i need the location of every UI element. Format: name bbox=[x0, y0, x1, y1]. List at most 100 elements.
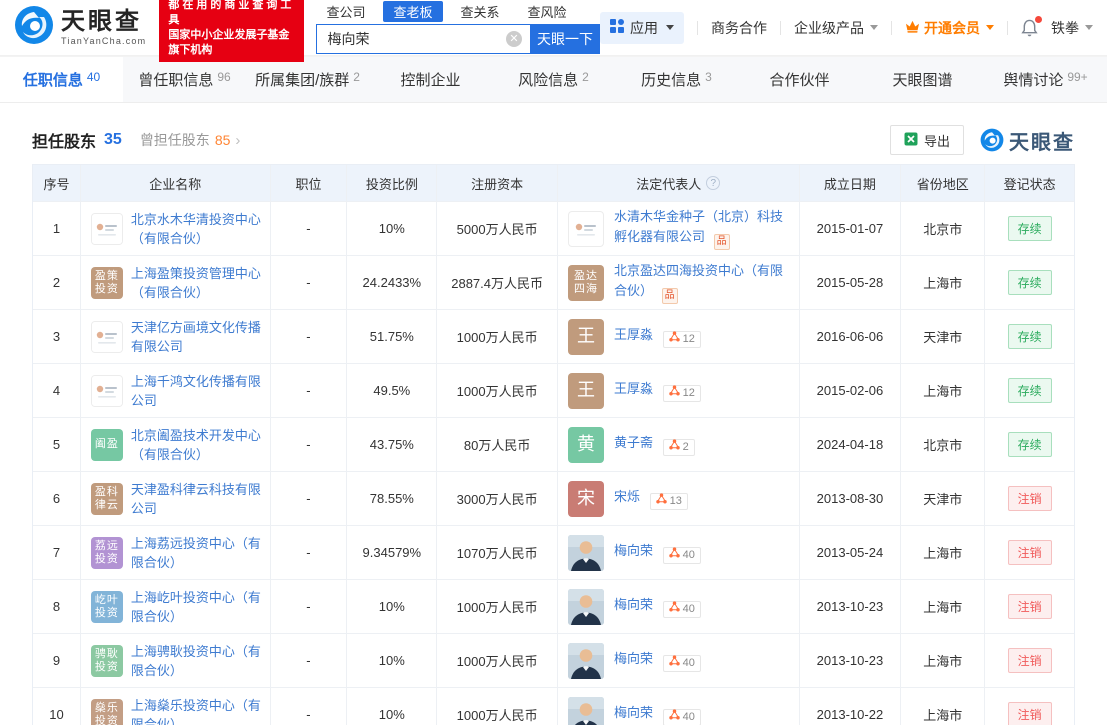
registered-capital-cell: 5000万人民币 bbox=[437, 202, 558, 255]
profile-tab-bar: 任职信息40曾任职信息96所属集团/族群2控制企业风险信息2历史信息3合作伙伴天… bbox=[0, 56, 1107, 103]
company-name-link[interactable]: 上海燊乐投资中心（有限合伙） bbox=[131, 696, 264, 725]
search-input[interactable] bbox=[316, 24, 530, 54]
row-index: 10 bbox=[33, 688, 81, 725]
search-tab[interactable]: 查公司 bbox=[316, 1, 375, 22]
registered-capital-cell: 1070万人民币 bbox=[437, 526, 558, 579]
legal-rep-link[interactable]: 北京盈达四海投资中心（有限合伙） bbox=[614, 263, 783, 298]
menu-divider bbox=[891, 21, 892, 35]
row-index: 2 bbox=[33, 256, 81, 309]
position-cell: - bbox=[271, 256, 348, 309]
company-name-link[interactable]: 北京阖盈技术开发中心（有限合伙） bbox=[131, 426, 264, 464]
company-group-badge[interactable]: 品 bbox=[662, 288, 678, 304]
section-title: 担任股东 bbox=[32, 128, 96, 152]
tab-label: 合作伙伴 bbox=[769, 69, 829, 90]
legal-rep-link[interactable]: 梅向荣 bbox=[614, 543, 653, 558]
past-shareholder-link[interactable]: 曾担任股东 85 › bbox=[140, 130, 241, 150]
search-tab[interactable]: 查风险 bbox=[518, 1, 577, 22]
menu-item-business[interactable]: 商务合作 bbox=[711, 18, 767, 38]
company-logo bbox=[91, 213, 123, 245]
company-name-link[interactable]: 上海盈策投资管理中心（有限合伙） bbox=[131, 264, 264, 302]
position-cell: - bbox=[271, 634, 348, 687]
legal-rep-link[interactable]: 王厚淼 bbox=[614, 327, 653, 342]
company-name-link[interactable]: 上海屹叶投资中心（有限合伙） bbox=[131, 588, 264, 626]
tab-任职信息[interactable]: 任职信息40 bbox=[0, 57, 123, 102]
legal-rep-link[interactable]: 宋烁 bbox=[614, 489, 640, 504]
enterprise-label: 企业级产品 bbox=[794, 18, 864, 38]
column-header-label: 投资比例 bbox=[366, 174, 418, 193]
notifications-bell-icon[interactable] bbox=[1021, 19, 1038, 37]
user-menu[interactable]: 铁拳 bbox=[1051, 18, 1093, 38]
business-label: 商务合作 bbox=[711, 18, 767, 38]
company-logo: 阖盈 bbox=[91, 429, 123, 461]
status-badge: 存续 bbox=[1008, 432, 1052, 457]
help-icon[interactable]: ? bbox=[706, 176, 720, 190]
company-name-link[interactable]: 上海骋耿投资中心（有限合伙） bbox=[131, 642, 264, 680]
legal-rep-link[interactable]: 水清木华金种子（北京）科技孵化器有限公司 bbox=[614, 209, 783, 244]
registered-capital-cell: 2887.4万人民币 bbox=[437, 256, 558, 309]
status-cell: 注销 bbox=[985, 580, 1074, 633]
legal-rep-cell: 王 王厚淼 12 bbox=[558, 364, 800, 417]
legal-rep-link[interactable]: 梅向荣 bbox=[614, 597, 653, 612]
shareholder-table: 序号企业名称职位投资比例注册资本法定代表人?成立日期省份地区登记状态 1 北京水… bbox=[32, 164, 1075, 725]
column-header-label: 注册资本 bbox=[471, 174, 523, 193]
legal-rep-link[interactable]: 梅向荣 bbox=[614, 651, 653, 666]
legal-rep-cell: 梅向荣 40 bbox=[558, 688, 800, 725]
company-logo: 屹叶投资 bbox=[91, 591, 123, 623]
company-group-badge[interactable]: 品 bbox=[714, 234, 730, 250]
rep-avatar: 王 bbox=[568, 319, 604, 355]
chevron-down-icon bbox=[1085, 25, 1093, 30]
search-button[interactable]: 天眼一下 bbox=[530, 24, 600, 54]
apps-menu[interactable]: 应用 bbox=[600, 12, 684, 44]
tab-所属集团/族群[interactable]: 所属集团/族群2 bbox=[246, 57, 369, 102]
establish-date-cell: 2015-01-07 bbox=[800, 202, 902, 255]
tab-历史信息[interactable]: 历史信息3 bbox=[615, 57, 738, 102]
search-tab[interactable]: 查老板 bbox=[383, 1, 442, 22]
company-name-link[interactable]: 北京水木华清投资中心（有限合伙） bbox=[131, 210, 264, 248]
tab-舆情讨论[interactable]: 舆情讨论99+ bbox=[984, 57, 1107, 102]
partner-count-badge[interactable]: 2 bbox=[663, 439, 695, 456]
partner-count-badge[interactable]: 12 bbox=[663, 385, 701, 402]
vip-label: 开通会员 bbox=[924, 18, 980, 38]
partner-count-badge[interactable]: 40 bbox=[663, 547, 701, 564]
tab-曾任职信息[interactable]: 曾任职信息96 bbox=[123, 57, 246, 102]
menu-item-enterprise[interactable]: 企业级产品 bbox=[794, 18, 878, 38]
status-cell: 存续 bbox=[985, 310, 1074, 363]
partner-count-badge[interactable]: 12 bbox=[663, 331, 701, 348]
tab-天眼图谱[interactable]: 天眼图谱 bbox=[861, 57, 984, 102]
legal-rep-link[interactable]: 梅向荣 bbox=[614, 705, 653, 720]
registered-capital-cell: 80万人民币 bbox=[437, 418, 558, 471]
partner-count-badge[interactable]: 40 bbox=[663, 655, 701, 672]
position-cell: - bbox=[271, 526, 348, 579]
tianyancha-logo[interactable]: 天眼查 TianYanCha.com bbox=[14, 5, 146, 50]
tab-count: 2 bbox=[353, 70, 360, 84]
status-cell: 注销 bbox=[985, 688, 1074, 725]
partner-count-badge[interactable]: 40 bbox=[663, 709, 701, 725]
tab-合作伙伴[interactable]: 合作伙伴 bbox=[738, 57, 861, 102]
company-logo: 骋耿投资 bbox=[91, 645, 123, 677]
company-cell: 骋耿投资 上海骋耿投资中心（有限合伙） bbox=[81, 634, 271, 687]
company-name-link[interactable]: 天津亿方画境文化传播有限公司 bbox=[131, 318, 264, 356]
tab-label: 风险信息 bbox=[518, 69, 578, 90]
company-name-link[interactable]: 天津盈科律云科技有限公司 bbox=[131, 480, 264, 518]
search-tab[interactable]: 查关系 bbox=[451, 1, 510, 22]
menu-item-vip[interactable]: 开通会员 bbox=[905, 18, 994, 38]
export-button[interactable]: 导出 bbox=[890, 125, 964, 155]
legal-rep-link[interactable]: 王厚淼 bbox=[614, 381, 653, 396]
company-name-link[interactable]: 上海千鸿文化传播有限公司 bbox=[131, 372, 264, 410]
rep-avatar bbox=[568, 211, 604, 247]
region-cell: 北京市 bbox=[901, 202, 985, 255]
tianyancha-page: 天眼查 TianYanCha.com 都在用的商业查询工具 国家中小企业发展子基… bbox=[0, 0, 1107, 725]
legal-rep-link[interactable]: 黄子斋 bbox=[614, 435, 653, 450]
tab-label: 历史信息 bbox=[641, 69, 701, 90]
tab-控制企业[interactable]: 控制企业 bbox=[369, 57, 492, 102]
table-row: 4 上海千鸿文化传播有限公司 - 49.5% 1000万人民币 王 王厚淼 12… bbox=[33, 364, 1074, 418]
partner-count-badge[interactable]: 13 bbox=[650, 493, 688, 510]
partner-count-badge[interactable]: 40 bbox=[663, 601, 701, 618]
tab-风险信息[interactable]: 风险信息2 bbox=[492, 57, 615, 102]
relation-graph-icon bbox=[669, 383, 680, 403]
clear-search-icon[interactable]: ✕ bbox=[506, 31, 522, 47]
registered-capital-cell: 1000万人民币 bbox=[437, 688, 558, 725]
content-area: 担任股东 35 曾担任股东 85 › 导出 天眼查 bbox=[0, 116, 1107, 725]
company-name-link[interactable]: 上海荔远投资中心（有限合伙） bbox=[131, 534, 264, 572]
position-cell: - bbox=[271, 472, 348, 525]
